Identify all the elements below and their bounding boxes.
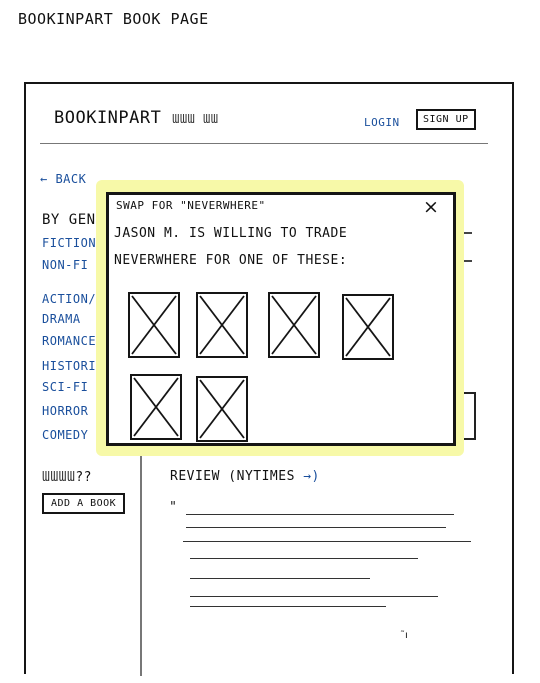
site-logo-text: BookInPart	[54, 108, 162, 128]
signup-button[interactable]: Sign up	[416, 109, 476, 130]
modal-title: Swap for "Neverwhere"	[116, 199, 266, 212]
image-placeholder-icon	[133, 377, 179, 437]
page-caption: BookInPart Book page	[18, 10, 209, 28]
add-book-button[interactable]: Add a Book	[42, 493, 126, 514]
genre-link-historic[interactable]: Historic	[42, 359, 96, 373]
book-option-3[interactable]	[268, 292, 320, 358]
book-option-4[interactable]	[342, 294, 394, 360]
genre-link-horror[interactable]: Horror	[42, 404, 96, 418]
genre-link-scifi[interactable]: Sci-Fi	[42, 380, 96, 394]
review-heading-label: Review (NYTimes	[170, 469, 295, 484]
review-text-line	[183, 541, 471, 542]
image-placeholder-icon	[131, 295, 177, 355]
review-heading: Review (NYTimes →)	[170, 469, 320, 484]
image-placeholder-icon	[199, 379, 245, 439]
genre-link-romance[interactable]: Romance	[42, 334, 96, 348]
review-quote-mark: "	[170, 500, 176, 515]
image-placeholder-icon	[199, 295, 245, 355]
site-logo[interactable]: BookInPart ɯɯɯ ɯɯ	[54, 108, 218, 128]
review-text-line	[186, 527, 446, 528]
genre-link-drama[interactable]: Drama	[42, 312, 96, 326]
image-placeholder-icon	[345, 297, 391, 357]
genre-link-action[interactable]: Action/	[42, 292, 96, 306]
genre-link-comedy[interactable]: Comedy	[42, 428, 96, 442]
book-option-6[interactable]	[196, 376, 248, 442]
login-link[interactable]: Login	[364, 116, 400, 129]
review-text-line	[190, 558, 418, 559]
add-book-prompt: ɯɯɯɯ??	[42, 470, 92, 485]
genre-link-fiction[interactable]: Fiction	[42, 236, 96, 250]
modal-message-line1: Jason M. is willing to trade	[114, 226, 348, 241]
genre-link-nonfiction[interactable]: Non-Fi	[42, 258, 96, 272]
review-text-line	[186, 514, 454, 515]
header-divider	[40, 143, 488, 144]
background-stub	[462, 392, 476, 440]
book-option-2[interactable]	[196, 292, 248, 358]
column-divider	[140, 440, 142, 676]
image-placeholder-icon	[271, 295, 317, 355]
review-text-line	[190, 596, 438, 597]
genre-heading: By Gen	[42, 212, 96, 228]
ellipsis-icon: ˜ı	[400, 630, 408, 641]
book-option-1[interactable]	[128, 292, 180, 358]
review-source-arrow[interactable]: →)	[303, 469, 320, 484]
back-link[interactable]: ← Back	[40, 172, 86, 186]
modal-message-line2: Neverwhere for one of these:	[114, 253, 348, 268]
book-option-5[interactable]	[130, 374, 182, 440]
review-text-line	[190, 606, 386, 607]
close-icon[interactable]: ×	[423, 198, 439, 217]
review-text-line	[190, 578, 370, 579]
